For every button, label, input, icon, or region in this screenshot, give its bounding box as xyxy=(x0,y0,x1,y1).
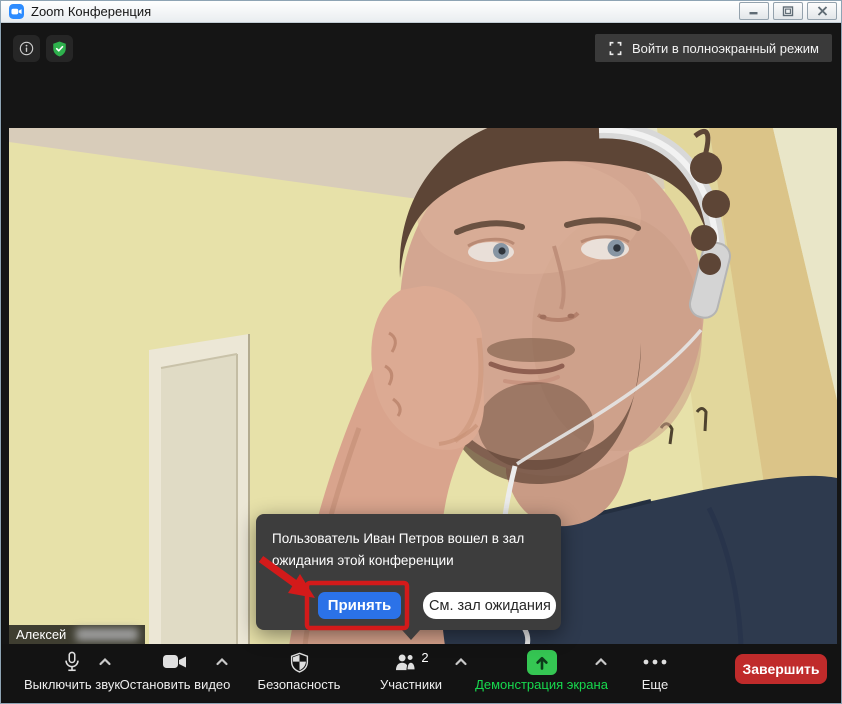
share-screen-label: Демонстрация экрана xyxy=(464,677,619,692)
waiting-room-notification: Пользователь Иван Петров вошел в зал ожи… xyxy=(256,514,561,630)
chevron-up-icon xyxy=(98,657,112,666)
ellipsis-icon xyxy=(642,658,668,666)
participant-name-tag: Алексей xyxy=(9,625,145,644)
meeting-toolbar: Выключить звук Остановить видео Безопасн… xyxy=(2,644,840,702)
fullscreen-icon xyxy=(608,41,623,56)
minimize-button[interactable] xyxy=(739,2,769,20)
chevron-up-icon xyxy=(594,657,608,666)
share-options-chevron[interactable] xyxy=(592,654,610,668)
stop-video-label: Остановить видео xyxy=(114,677,236,692)
participants-icon xyxy=(393,652,418,673)
more-button[interactable]: Еще xyxy=(614,649,696,692)
share-screen-icon xyxy=(527,650,557,675)
encryption-status-button[interactable] xyxy=(46,35,73,62)
close-button[interactable] xyxy=(807,2,837,20)
accept-button[interactable]: Принять xyxy=(318,592,401,619)
security-shield-icon xyxy=(289,651,310,674)
blurred-surname xyxy=(76,628,138,641)
video-camera-icon xyxy=(162,652,188,672)
see-waiting-room-button[interactable]: См. зал ожидания xyxy=(423,592,556,619)
security-label: Безопасность xyxy=(248,677,350,692)
video-options-chevron[interactable] xyxy=(213,654,231,668)
security-button[interactable]: Безопасность xyxy=(248,649,350,692)
zoom-meeting-window: Zoom Конференция Войти в полноэкранный р… xyxy=(0,0,842,704)
maximize-icon xyxy=(782,6,794,17)
participants-count-badge: 2 xyxy=(421,650,428,665)
close-icon xyxy=(817,6,828,16)
fullscreen-label: Войти в полноэкранный режим xyxy=(632,41,819,56)
audio-options-chevron[interactable] xyxy=(96,654,114,668)
notification-message: Пользователь Иван Петров вошел в зал ожи… xyxy=(256,514,561,571)
more-label: Еще xyxy=(614,677,696,692)
participants-label: Участники xyxy=(359,677,463,692)
titlebar: Zoom Конференция xyxy=(1,1,841,23)
popup-tail xyxy=(402,630,420,640)
chevron-up-icon xyxy=(215,657,229,666)
participants-button[interactable]: 2 Участники xyxy=(359,649,463,692)
shield-check-icon xyxy=(52,38,67,60)
window-controls xyxy=(739,2,837,20)
meeting-info-button[interactable] xyxy=(13,35,40,62)
maximize-button[interactable] xyxy=(773,2,803,20)
participant-name: Алексей xyxy=(16,627,66,642)
zoom-app-icon xyxy=(9,4,24,19)
fullscreen-button[interactable]: Войти в полноэкранный режим xyxy=(595,34,832,62)
info-icon xyxy=(19,39,34,58)
window-title: Zoom Конференция xyxy=(31,4,151,19)
minimize-icon xyxy=(748,6,760,16)
end-meeting-button[interactable]: Завершить xyxy=(735,654,827,684)
microphone-icon xyxy=(61,650,83,675)
